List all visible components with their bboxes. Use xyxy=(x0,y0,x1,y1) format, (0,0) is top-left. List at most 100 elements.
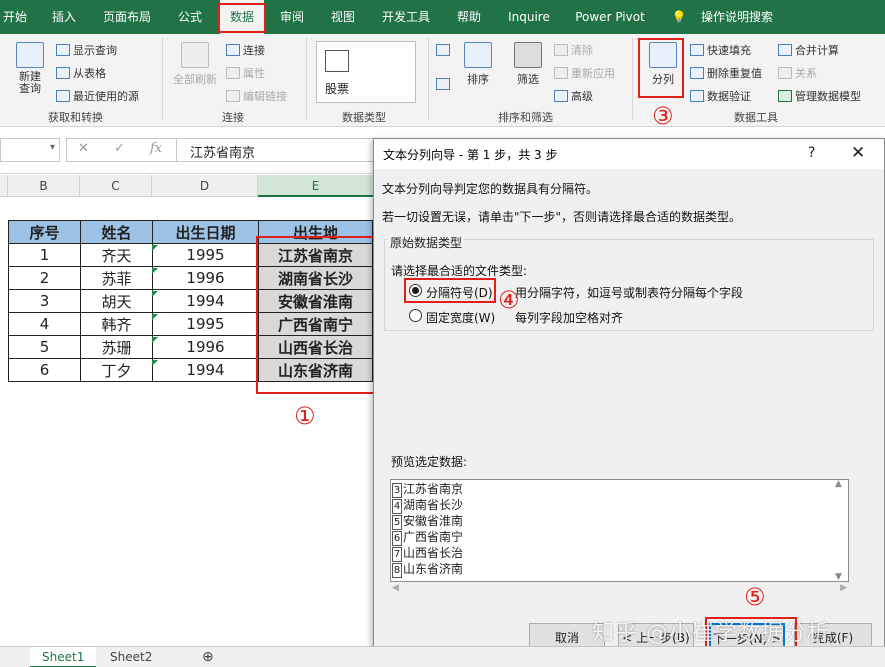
scroll-right-icon[interactable]: ▶ xyxy=(840,583,847,593)
table-cell[interactable]: 1996 xyxy=(152,335,259,359)
corner-header[interactable] xyxy=(0,175,8,197)
table-cell[interactable]: 1994 xyxy=(152,358,259,382)
table-cell[interactable]: 1995 xyxy=(152,243,259,267)
table-cell[interactable]: 1 xyxy=(8,243,81,267)
flash-fill-button[interactable]: 快速填充 xyxy=(690,42,751,58)
cancel-icon[interactable]: ✕ xyxy=(78,141,89,156)
remove-duplicates-button[interactable]: 删除重复值 xyxy=(690,65,762,81)
table-cell[interactable]: 3 xyxy=(8,289,81,313)
sort-descending-button[interactable] xyxy=(436,78,450,90)
table-icon xyxy=(56,44,70,56)
enter-icon[interactable]: ✓ xyxy=(114,141,125,156)
table-cell[interactable]: 1994 xyxy=(152,289,259,313)
tell-me-search[interactable]: 操作说明搜索 xyxy=(692,0,782,34)
preview-row-text: 山西省长治 xyxy=(403,546,464,560)
from-table-button[interactable]: 从表格 xyxy=(56,65,106,81)
table-cell[interactable]: 丁夕 xyxy=(80,358,153,382)
tab-help[interactable]: 帮助 xyxy=(448,0,490,34)
highlight-text-to-columns xyxy=(638,38,684,98)
group-label-data-tools: 数据工具 xyxy=(734,111,778,124)
table-cell[interactable]: 2 xyxy=(8,266,81,290)
advanced-button[interactable]: 高级 xyxy=(554,88,593,104)
column-header-d[interactable]: D xyxy=(152,175,258,197)
sort-ascending-button[interactable] xyxy=(436,44,450,56)
dialog-info-line-1: 文本分列向导判定您的数据具有分隔符。 xyxy=(382,182,599,196)
preview-row: 4 湖南省长沙 xyxy=(392,498,464,514)
table-cell[interactable]: 韩齐 xyxy=(80,312,153,336)
sheet-tab-2[interactable]: Sheet2 xyxy=(98,647,164,667)
preview-row-number: 5 xyxy=(392,515,402,530)
preview-row: 8 山东省济南 xyxy=(392,562,463,578)
close-icon[interactable]: ✕ xyxy=(851,143,865,163)
divider xyxy=(306,38,307,120)
tab-home[interactable]: 开始 xyxy=(0,0,30,34)
preview-pane[interactable]: 3 江苏省南京 4 湖南省长沙 5 安徽省淮南 6 广西省南宁 7 山西省长治 8 山东省济… xyxy=(390,479,849,582)
tab-review[interactable]: 审阅 xyxy=(272,0,312,34)
show-query-button[interactable]: 显示查询 xyxy=(56,42,117,58)
scroll-up-icon[interactable]: ▲ xyxy=(835,479,842,489)
table-cell[interactable]: 4 xyxy=(8,312,81,336)
tab-insert[interactable]: 插入 xyxy=(42,0,86,34)
function-icon[interactable]: fx xyxy=(150,141,162,156)
fixed-width-radio[interactable] xyxy=(409,309,422,322)
table-cell[interactable]: 苏菲 xyxy=(80,266,153,290)
edit-links-button[interactable]: 编辑链接 xyxy=(226,88,287,104)
preview-row-number: 8 xyxy=(392,563,402,578)
preview-row-text: 湖南省长沙 xyxy=(403,498,464,512)
tab-inquire[interactable]: Inquire xyxy=(500,0,558,34)
tab-page-layout[interactable]: 页面布局 xyxy=(96,0,158,34)
tab-power-pivot[interactable]: Power Pivot xyxy=(568,0,652,34)
new-query-button[interactable]: 新建 查询 xyxy=(8,42,52,95)
reapply-button[interactable]: 重新应用 xyxy=(554,65,615,81)
divider xyxy=(162,38,163,120)
filter-button[interactable]: 筛选 xyxy=(508,42,548,87)
table-cell[interactable]: 1995 xyxy=(152,312,259,336)
column-header-b[interactable]: B xyxy=(8,175,80,197)
refresh-all-button[interactable]: 全部刷新 xyxy=(168,42,222,87)
clear-button[interactable]: 清除 xyxy=(554,42,593,58)
preview-horizontal-scrollbar[interactable]: ◀ ▶ xyxy=(390,583,849,597)
group-label-data-types: 数据类型 xyxy=(342,111,386,124)
funnel-icon xyxy=(514,42,542,68)
chevron-down-icon: ▾ xyxy=(49,142,55,153)
fixed-width-label[interactable]: 固定宽度(W) xyxy=(426,309,495,326)
tab-formulas[interactable]: 公式 xyxy=(168,0,212,34)
formula-value: 江苏省南京 xyxy=(190,146,256,161)
sort-za-icon xyxy=(436,78,450,90)
consolidate-button[interactable]: 合并计算 xyxy=(778,42,839,58)
scroll-down-icon[interactable]: ▼ xyxy=(835,572,842,582)
table-cell[interactable]: 胡天 xyxy=(80,289,153,313)
preview-vertical-scrollbar[interactable]: ▲ ▼ xyxy=(833,479,847,582)
column-header-c[interactable]: C xyxy=(80,175,152,197)
header-cell[interactable]: 姓名 xyxy=(80,220,153,244)
data-validation-button[interactable]: 数据验证 xyxy=(690,88,751,104)
manage-data-model-button[interactable]: 管理数据模型 xyxy=(778,88,861,104)
show-query-label: 显示查询 xyxy=(73,44,117,57)
connections-button[interactable]: 连接 xyxy=(226,42,265,58)
table-cell[interactable]: 5 xyxy=(8,335,81,359)
tab-developer[interactable]: 开发工具 xyxy=(374,0,438,34)
relationships-label: 关系 xyxy=(795,67,817,80)
help-icon[interactable]: ? xyxy=(808,145,815,161)
table-cell[interactable]: 苏珊 xyxy=(80,335,153,359)
column-header-e[interactable]: E xyxy=(258,175,374,197)
scroll-left-icon[interactable]: ◀ xyxy=(392,583,399,593)
name-box[interactable]: ▾ xyxy=(0,138,60,162)
table-cell[interactable]: 1996 xyxy=(152,266,259,290)
add-sheet-icon[interactable]: ⊕ xyxy=(190,647,226,667)
relationships-button[interactable]: 关系 xyxy=(778,65,817,81)
tab-view[interactable]: 视图 xyxy=(322,0,364,34)
table-cell[interactable]: 6 xyxy=(8,358,81,382)
clear-label: 清除 xyxy=(571,44,593,57)
sheet-tab-1[interactable]: Sheet1 xyxy=(30,647,97,667)
header-cell[interactable]: 序号 xyxy=(8,220,81,244)
table-cell[interactable]: 齐天 xyxy=(80,243,153,267)
recent-sources-button[interactable]: 最近使用的源 xyxy=(56,88,139,104)
header-cell[interactable]: 出生日期 xyxy=(152,220,259,244)
divider xyxy=(428,38,429,120)
watermark: 知乎 @小崔学数据分析 xyxy=(592,621,830,646)
sort-button[interactable]: 排序 xyxy=(460,42,496,87)
properties-button[interactable]: 属性 xyxy=(226,65,265,81)
data-types-gallery[interactable]: 股票 xyxy=(316,41,416,103)
link-icon xyxy=(226,44,240,56)
